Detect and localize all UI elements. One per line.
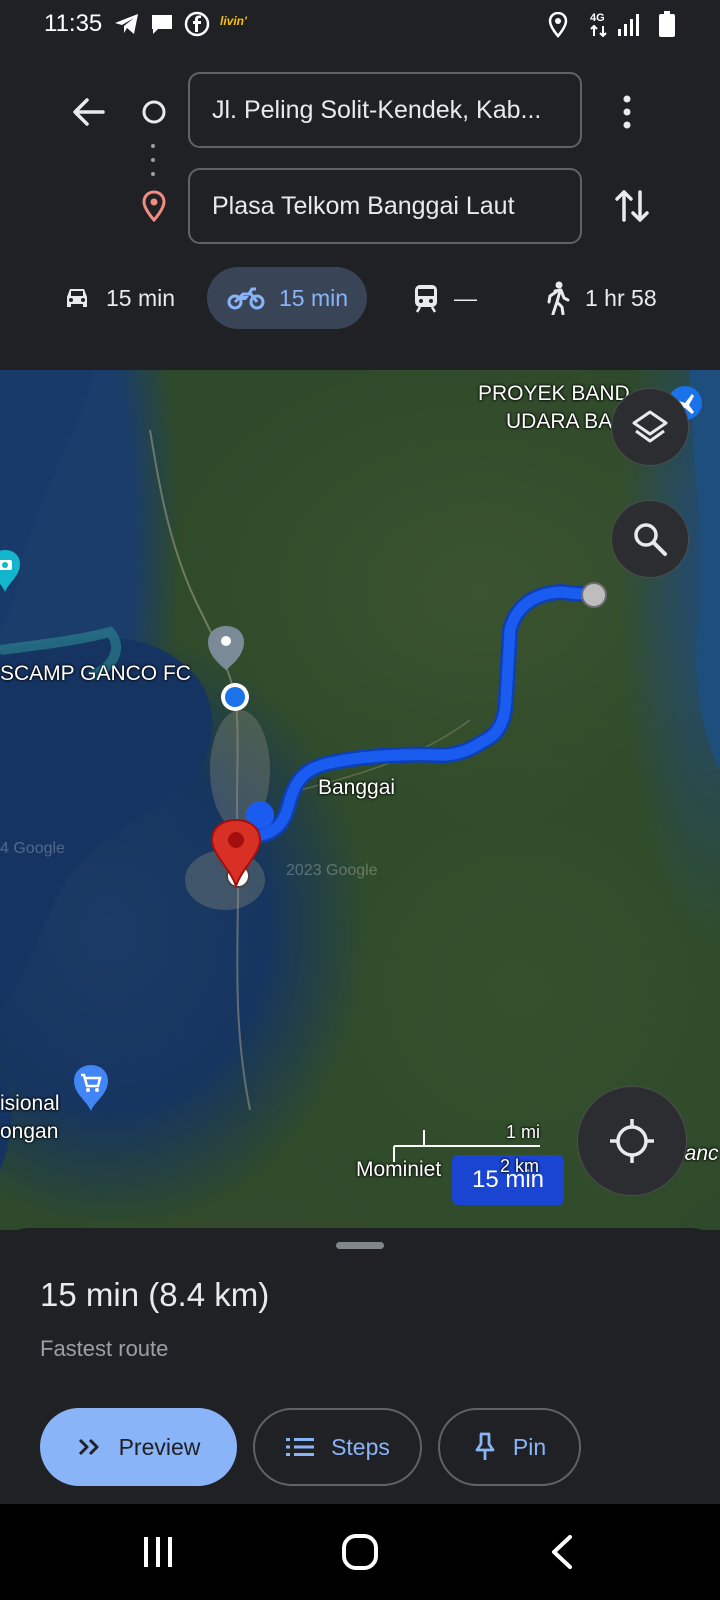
mode-walk-label: 1 hr 58 <box>585 284 657 311</box>
map-watermark-2: 2023 Google <box>286 862 378 879</box>
map-label-store-2: ongan <box>0 1120 59 1143</box>
origin-circle-icon <box>142 100 166 124</box>
mode-drive-label: 15 min <box>106 284 176 311</box>
drag-handle[interactable] <box>336 1242 384 1249</box>
train-icon <box>415 285 437 313</box>
layers-icon <box>632 410 668 443</box>
destination-marker-icon[interactable] <box>210 818 262 888</box>
steps-label: Steps <box>331 1433 390 1460</box>
status-time: 11:35 <box>44 10 103 37</box>
motorcycle-icon <box>227 287 265 310</box>
home-icon[interactable] <box>340 1532 380 1572</box>
pin-label: Pin <box>512 1433 547 1460</box>
map-watermark-1: 4 Google <box>0 840 65 857</box>
mode-walk[interactable]: 1 hr 58 <box>545 267 657 329</box>
car-icon <box>67 289 87 307</box>
origin-input[interactable]: Jl. Peling Solit-Kendek, Kab... <box>188 72 582 148</box>
map-view[interactable]: PROYEK BAND UDARA BA SCAMP GANCO FC Bang… <box>0 370 720 1230</box>
search-icon <box>634 523 667 556</box>
more-options-icon[interactable] <box>622 94 632 130</box>
back-arrow-icon[interactable] <box>70 94 106 130</box>
data-arrows-icon <box>590 25 607 37</box>
map-label-ganco: SCAMP GANCO FC <box>0 662 191 685</box>
mode-motorcycle-label: 15 min <box>279 284 349 311</box>
status-bar: 11:35 livin' 4G <box>0 0 720 52</box>
route-subtitle: Fastest route <box>40 1336 169 1361</box>
shopping-cart-poi-icon[interactable] <box>72 1063 110 1113</box>
route-summary: 15 min (8.4 km) <box>40 1276 270 1313</box>
scale-metric: 2 km <box>500 1156 540 1176</box>
directions-header: Jl. Peling Solit-Kendek, Kab... Plasa Te… <box>0 52 720 370</box>
signal-icon <box>618 14 639 36</box>
steps-button[interactable]: Steps <box>253 1408 422 1486</box>
location-icon <box>548 12 568 38</box>
destination-input[interactable]: Plasa Telkom Banggai Laut <box>188 168 582 244</box>
map-label-airport-2: UDARA BA <box>506 410 613 433</box>
layers-button[interactable] <box>611 388 689 466</box>
preview-label: Preview <box>118 1433 201 1460</box>
system-nav-bar <box>0 1504 720 1600</box>
walk-icon <box>547 281 570 315</box>
mode-transit-label: — <box>454 284 477 311</box>
my-location-button[interactable] <box>577 1086 687 1196</box>
double-chevron-icon <box>78 1438 99 1456</box>
recent-apps-icon[interactable] <box>140 1534 176 1570</box>
swap-icon[interactable] <box>612 186 652 226</box>
mode-drive[interactable]: 15 min <box>62 267 175 329</box>
facebook-icon <box>184 11 210 37</box>
map-label-airport-1: PROYEK BAND <box>478 382 630 405</box>
scale-imperial: 1 mi <box>506 1122 541 1142</box>
mode-transit[interactable]: — <box>412 267 477 329</box>
preview-button[interactable]: Preview <box>40 1408 237 1486</box>
mode-motorcycle[interactable]: 15 min <box>207 267 367 329</box>
camera-poi-icon[interactable] <box>0 548 22 594</box>
crosshair-icon <box>610 1119 654 1163</box>
network-4g-icon: 4G <box>590 12 605 24</box>
battery-icon <box>659 11 675 37</box>
list-icon <box>286 1438 315 1456</box>
livin-icon: livin' <box>220 14 247 28</box>
pin-icon <box>475 1432 495 1460</box>
destination-pin-icon <box>142 190 166 222</box>
search-button[interactable] <box>611 500 689 578</box>
map-label-banggai: Banggai <box>318 776 396 799</box>
map-label-store-1: isional <box>0 1092 60 1115</box>
route-dots-icon <box>151 144 155 176</box>
route-sheet: 15 min (8.4 km) Fastest route Preview St… <box>0 1228 720 1504</box>
pin-button[interactable]: Pin <box>438 1408 581 1486</box>
telegram-icon <box>115 14 138 34</box>
message-icon <box>152 15 172 34</box>
back-nav-icon[interactable] <box>548 1534 576 1570</box>
